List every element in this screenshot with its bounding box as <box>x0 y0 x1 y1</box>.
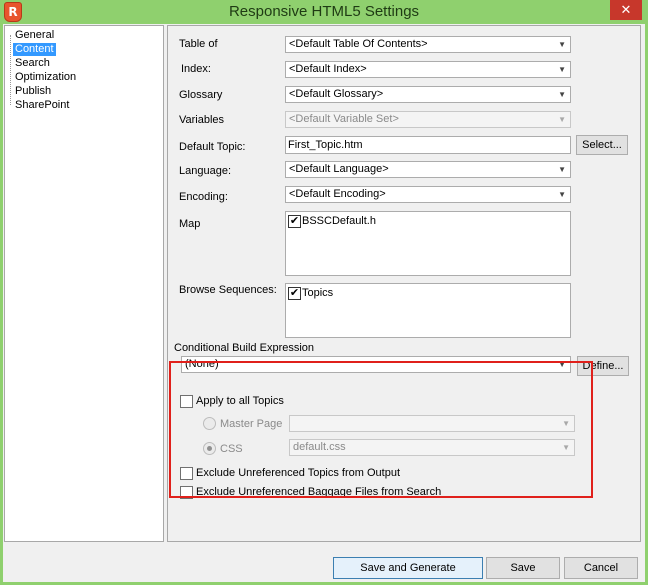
dialog-client-area: General Content Search Optimization Publ… <box>3 24 645 582</box>
title-bar[interactable]: R Responsive HTML5 Settings ✕ <box>0 0 648 24</box>
variables-value: <Default Variable Set> <box>289 113 399 125</box>
variables-combo[interactable]: <Default Variable Set> ▼ <box>285 111 571 128</box>
language-label: Language: <box>179 165 231 177</box>
save-button[interactable]: Save <box>486 557 560 579</box>
close-button[interactable]: ✕ <box>610 0 642 20</box>
map-item-checkbox[interactable]: ✔ <box>288 215 301 228</box>
default-topic-label: Default Topic: <box>179 141 246 153</box>
variables-label: Variables <box>179 114 225 126</box>
glossary-value: <Default Glossary> <box>289 88 384 100</box>
index-label: Index: <box>181 63 211 75</box>
language-combo[interactable]: <Default Language> ▼ <box>285 161 571 178</box>
settings-window: R Responsive HTML5 Settings ✕ General Co… <box>0 0 648 585</box>
table-of-value: <Default Table Of Contents> <box>289 38 428 50</box>
index-combo[interactable]: <Default Index> ▼ <box>285 61 571 78</box>
map-list[interactable]: ✔ BSSCDefault.h <box>285 211 571 276</box>
chevron-down-icon: ▼ <box>558 190 566 199</box>
index-value: <Default Index> <box>289 63 367 75</box>
table-of-combo[interactable]: <Default Table Of Contents> ▼ <box>285 36 571 53</box>
select-topic-button[interactable]: Select... <box>576 135 628 155</box>
tree-connector-line <box>10 35 11 105</box>
browse-sequences-list[interactable]: ✔ Topics <box>285 283 571 338</box>
browse-item-label: Topics <box>302 287 334 299</box>
chevron-down-icon: ▼ <box>558 65 566 74</box>
nav-item-content[interactable]: Content <box>13 43 56 56</box>
table-of-label: Table of <box>179 38 218 50</box>
nav-item-publish[interactable]: Publish <box>13 85 53 98</box>
glossary-label: Glossary <box>179 89 223 101</box>
highlight-annotation-box <box>169 361 593 498</box>
cbe-label: Conditional Build Expression <box>174 342 315 354</box>
map-label: Map <box>179 218 201 230</box>
settings-nav-tree: General Content Search Optimization Publ… <box>4 25 164 542</box>
save-and-generate-button[interactable]: Save and Generate <box>333 557 483 579</box>
map-item-label: BSSCDefault.h <box>302 215 376 227</box>
cancel-button[interactable]: Cancel <box>564 557 638 579</box>
language-value: <Default Language> <box>289 163 389 175</box>
default-topic-field[interactable]: First_Topic.htm <box>285 136 571 154</box>
chevron-down-icon: ▼ <box>558 165 566 174</box>
chevron-down-icon: ▼ <box>558 115 566 124</box>
chevron-down-icon: ▼ <box>558 40 566 49</box>
encoding-combo[interactable]: <Default Encoding> ▼ <box>285 186 571 203</box>
encoding-label: Encoding: <box>179 191 228 203</box>
nav-item-optimization[interactable]: Optimization <box>13 71 78 84</box>
nav-item-search[interactable]: Search <box>13 57 52 70</box>
encoding-value: <Default Encoding> <box>289 188 386 200</box>
browse-sequences-label: Browse Sequences: <box>179 284 277 296</box>
nav-item-general[interactable]: General <box>13 29 56 42</box>
chevron-down-icon: ▼ <box>558 90 566 99</box>
glossary-combo[interactable]: <Default Glossary> ▼ <box>285 86 571 103</box>
nav-item-sharepoint[interactable]: SharePoint <box>13 99 71 112</box>
window-title: Responsive HTML5 Settings <box>228 3 420 20</box>
browse-item-checkbox[interactable]: ✔ <box>288 287 301 300</box>
